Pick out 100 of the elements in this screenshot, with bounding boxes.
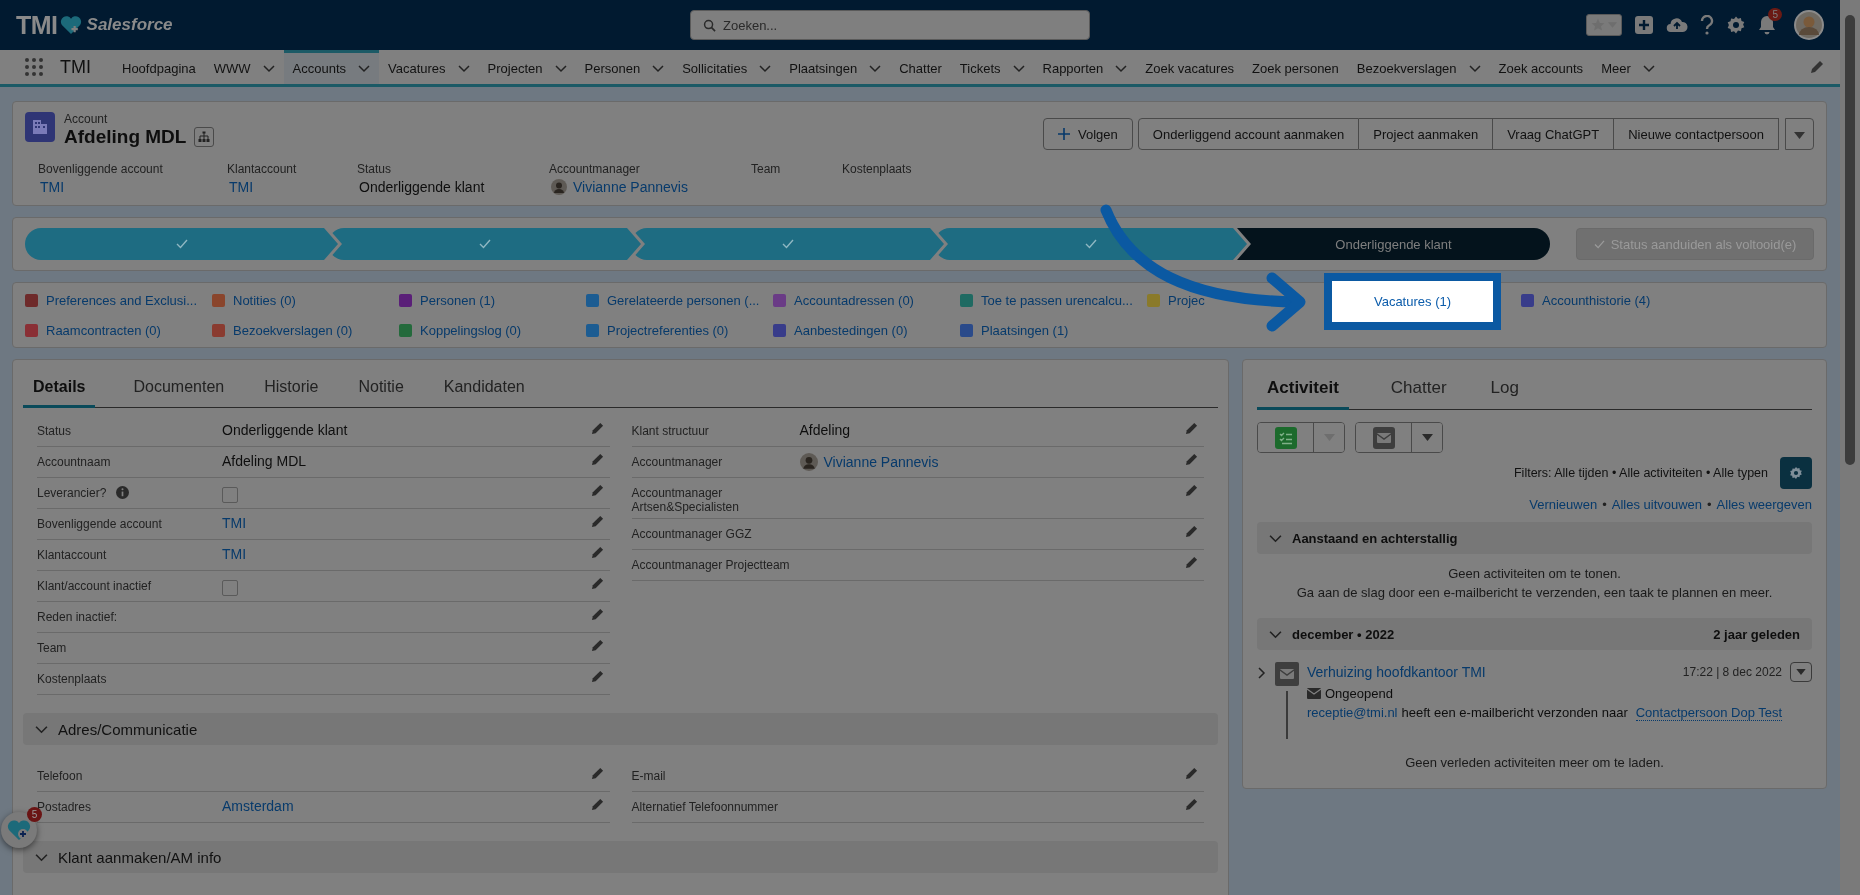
action-button[interactable]: Project aanmaken xyxy=(1359,118,1494,150)
pencil-icon[interactable] xyxy=(1185,525,1198,538)
dropdown-button[interactable] xyxy=(1790,662,1812,682)
nav-tab[interactable]: Rapporten xyxy=(1033,50,1137,84)
action-link[interactable]: Alles uitvouwen xyxy=(1611,497,1703,512)
help-icon[interactable] xyxy=(1700,15,1714,35)
tab[interactable]: Log xyxy=(1488,370,1521,410)
pencil-icon[interactable] xyxy=(590,546,604,559)
pencil-icon[interactable] xyxy=(590,577,604,590)
related-link[interactable]: Plaatsingen (1) xyxy=(981,322,1069,338)
nav-tab[interactable]: Projecten xyxy=(478,50,576,84)
chevron-down-icon[interactable] xyxy=(457,64,470,73)
pencil-icon[interactable] xyxy=(1810,60,1824,74)
record-link[interactable]: TMI xyxy=(38,179,227,195)
pencil-icon[interactable] xyxy=(590,608,604,621)
settings-icon[interactable] xyxy=(1726,15,1746,35)
recipient-link[interactable]: Contactpersoon Dop Test xyxy=(1635,705,1783,721)
cloud-icon[interactable] xyxy=(1666,16,1688,34)
pencil-icon[interactable] xyxy=(1185,767,1198,780)
record-link[interactable]: TMI xyxy=(227,179,357,195)
tab[interactable]: Historie xyxy=(262,370,321,408)
nav-tab[interactable]: Meer xyxy=(1592,50,1664,84)
section-header[interactable]: Klant aanmaken/AM info xyxy=(23,841,1218,873)
follow-button[interactable]: Volgen xyxy=(1043,118,1133,150)
pencil-icon[interactable] xyxy=(590,484,604,497)
app-launcher-icon[interactable] xyxy=(24,57,44,77)
pencil-icon[interactable] xyxy=(1185,556,1198,569)
pencil-icon[interactable] xyxy=(590,453,604,466)
pencil-icon[interactable] xyxy=(1185,422,1198,435)
pencil-icon[interactable] xyxy=(590,639,604,652)
record-link[interactable]: Amsterdam xyxy=(222,798,294,814)
pencil-icon[interactable] xyxy=(590,767,604,780)
nav-tab[interactable]: Zoek personen xyxy=(1243,50,1348,84)
chevron-down-icon[interactable] xyxy=(1468,64,1481,73)
chevron-down-icon[interactable] xyxy=(262,64,275,73)
pencil-icon[interactable] xyxy=(590,798,604,811)
chevron-down-icon[interactable] xyxy=(1115,64,1128,73)
action-button[interactable]: Onderliggend account aanmaken xyxy=(1137,118,1360,150)
expand-icon[interactable] xyxy=(1257,666,1267,680)
action-button[interactable]: Vraag ChatGPT xyxy=(1493,118,1615,150)
related-link[interactable]: Notities (0) xyxy=(233,292,296,308)
chevron-down-icon[interactable] xyxy=(554,64,567,73)
highlighted-link[interactable]: Vacatures (1) xyxy=(1324,273,1501,330)
timeline-group-header[interactable]: december • 2022 2 jaar geleden xyxy=(1257,618,1812,650)
nav-tab[interactable]: Tickets xyxy=(950,50,1034,84)
plus-icon[interactable] xyxy=(1634,15,1654,35)
nav-tab[interactable]: Vacatures xyxy=(379,50,479,84)
user-avatar[interactable] xyxy=(1794,10,1824,40)
chevron-down-icon[interactable] xyxy=(1642,64,1655,73)
related-link[interactable]: Gerelateerde personen (... xyxy=(607,292,760,308)
activity-title-link[interactable]: Verhuizing hoofdkantoor TMI xyxy=(1307,664,1486,680)
chevron-down-icon[interactable] xyxy=(358,64,371,73)
helper-widget[interactable] xyxy=(1,812,37,848)
path-stage[interactable]: Onderliggende klant xyxy=(1237,228,1550,260)
nav-tab[interactable]: Plaatsingen xyxy=(780,50,891,84)
section-header[interactable]: Adres/Communicatie xyxy=(23,713,1218,745)
nav-tab[interactable]: Hoofdpagina xyxy=(113,50,205,84)
info-icon[interactable] xyxy=(116,486,130,499)
settings-button[interactable] xyxy=(1780,457,1812,489)
related-link[interactable]: Raamcontracten (0) xyxy=(46,322,161,338)
related-link[interactable]: Preferences and Exclusi... xyxy=(46,292,198,308)
nav-tab[interactable]: Sollicitaties xyxy=(673,50,781,84)
user-link[interactable]: Vivianne Pannevis xyxy=(573,179,688,195)
related-link[interactable]: Accounthistorie (4) xyxy=(1542,292,1651,308)
pencil-icon[interactable] xyxy=(1185,484,1198,497)
tab[interactable]: Documenten xyxy=(131,370,227,408)
action-button[interactable]: Nieuwe contactpersoon xyxy=(1614,118,1779,150)
new-email-button[interactable] xyxy=(1356,423,1412,452)
nav-tab[interactable]: WWW xyxy=(204,50,284,84)
action-link[interactable]: Alles weergeven xyxy=(1716,497,1812,512)
tab[interactable]: Kandidaten xyxy=(441,370,527,408)
pencil-icon[interactable] xyxy=(1185,453,1198,466)
related-link[interactable]: Aanbestedingen (0) xyxy=(794,322,908,338)
pencil-icon[interactable] xyxy=(590,422,604,435)
nav-tab[interactable]: Accounts xyxy=(283,50,380,84)
pencil-icon[interactable] xyxy=(1185,798,1198,811)
timeline-group-header[interactable]: Aanstaand en achterstallig xyxy=(1257,522,1812,554)
sender-link[interactable]: receptie@tmi.nl xyxy=(1307,705,1398,720)
record-link[interactable]: TMI xyxy=(222,546,247,562)
chevron-down-icon[interactable] xyxy=(869,64,882,73)
tab[interactable]: Activiteit xyxy=(1257,370,1349,410)
action-link[interactable]: Vernieuwen xyxy=(1529,497,1598,512)
nav-tab[interactable]: Zoek accounts xyxy=(1489,50,1593,84)
related-link[interactable]: Bezoekverslagen (0) xyxy=(233,322,353,338)
related-link[interactable]: Personen (1) xyxy=(420,292,496,308)
related-link[interactable]: Projectreferenties (0) xyxy=(607,322,729,338)
more-actions-button[interactable] xyxy=(1785,118,1814,150)
tab[interactable]: Chatter xyxy=(1388,370,1449,410)
nav-tab[interactable]: Bezoekverslagen xyxy=(1347,50,1490,84)
pencil-icon[interactable] xyxy=(590,670,604,683)
tab[interactable]: Details xyxy=(23,370,96,408)
pencil-icon[interactable] xyxy=(590,515,604,528)
related-link[interactable]: Koppelingslog (0) xyxy=(420,322,522,338)
chevron-down-icon[interactable] xyxy=(1012,64,1025,73)
related-link[interactable]: Projec xyxy=(1168,292,1205,308)
nav-tab[interactable]: Zoek vacatures xyxy=(1136,50,1244,84)
nav-tab[interactable]: Chatter xyxy=(890,50,951,84)
related-link[interactable]: Toe te passen urencalcu... xyxy=(981,292,1133,308)
chevron-down-icon[interactable] xyxy=(759,64,772,73)
scrollbar[interactable] xyxy=(1840,0,1860,895)
